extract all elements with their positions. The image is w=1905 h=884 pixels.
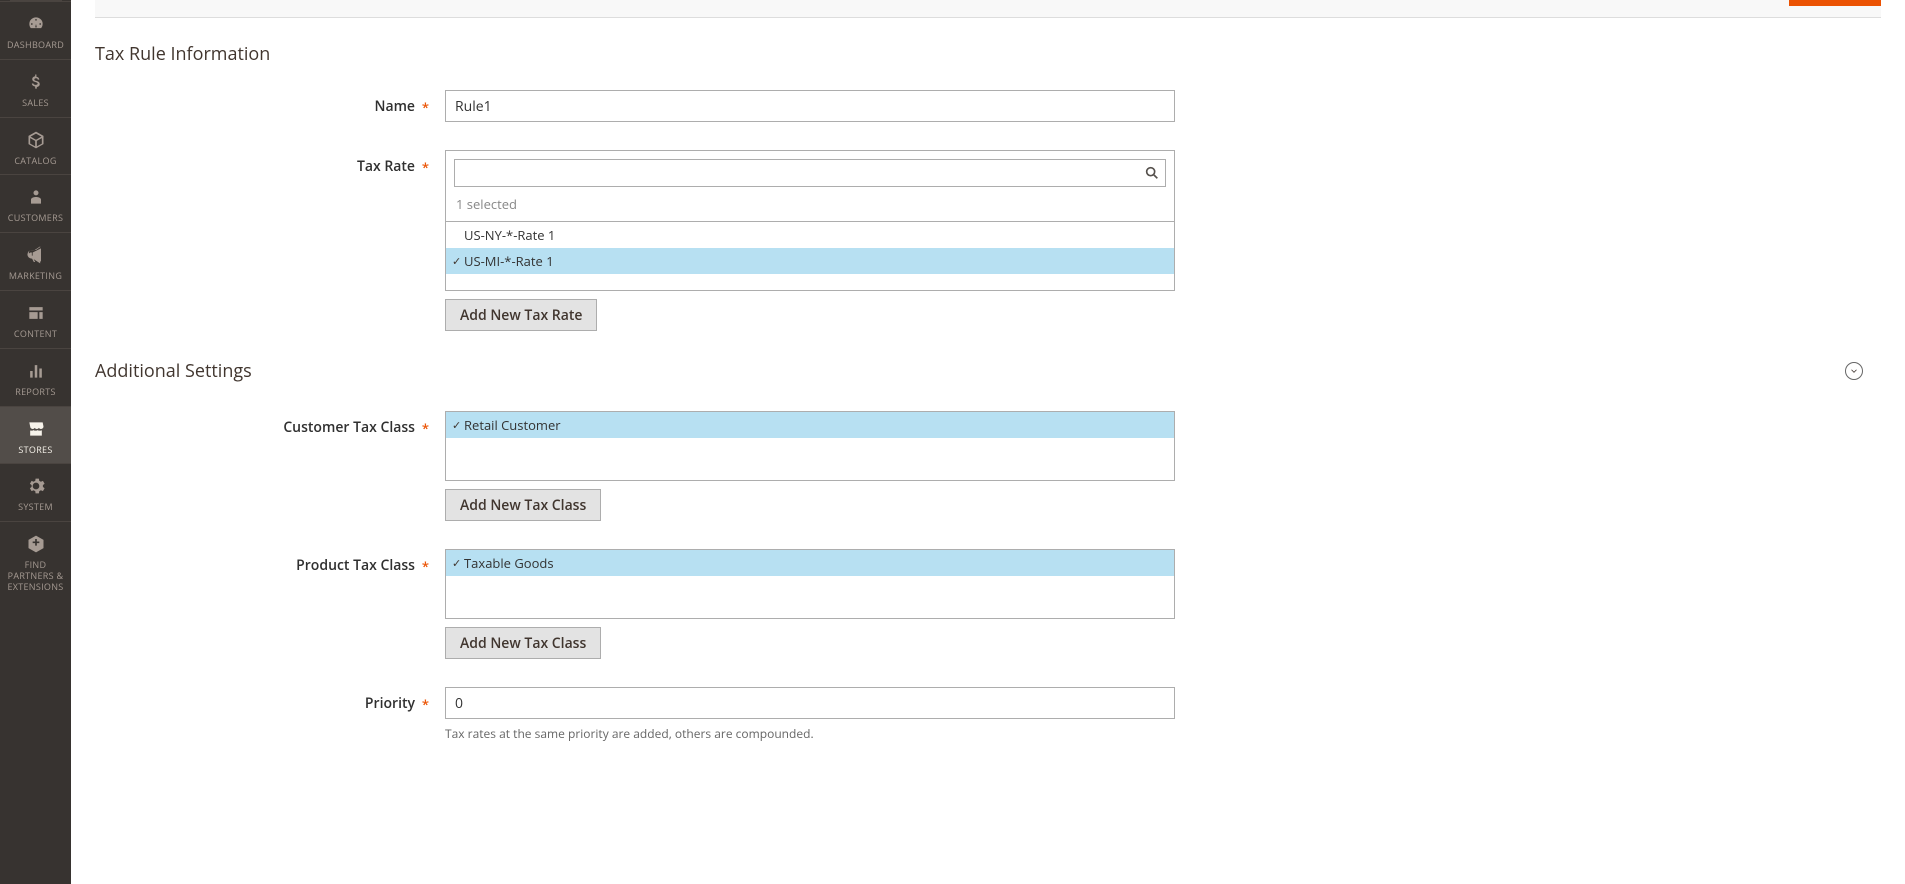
label-tax-rate: Tax Rate*	[95, 150, 445, 176]
search-icon	[1144, 165, 1160, 181]
label-customer-tax-class: Customer Tax Class*	[95, 411, 445, 437]
blocks-icon	[24, 301, 48, 325]
sidebar-item-dashboard[interactable]: DASHBOARD	[0, 1, 71, 59]
storefront-icon	[24, 417, 48, 441]
add-customer-tax-class-button[interactable]: Add New Tax Class	[445, 489, 601, 521]
sidebar-label: CUSTOMERS	[8, 213, 63, 224]
customer-tax-class-listbox: Retail Customer	[445, 411, 1175, 481]
field-row-priority: Priority* Tax rates at the same priority…	[95, 687, 1881, 742]
gear-icon	[24, 474, 48, 498]
priority-help-text: Tax rates at the same priority are added…	[445, 725, 1175, 742]
label-product-tax-class: Product Tax Class*	[95, 549, 445, 575]
tax-rate-option[interactable]: US-MI-*-Rate 1	[446, 248, 1174, 274]
person-icon	[24, 185, 48, 209]
tax-rate-option-list: US-NY-*-Rate 1 US-MI-*-Rate 1	[445, 222, 1175, 291]
admin-sidebar: DASHBOARD SALES CATALOG CUSTOMERS MARKET…	[0, 0, 71, 884]
field-row-product-tax-class: Product Tax Class* Taxable Goods Add New…	[95, 549, 1881, 659]
sidebar-label: REPORTS	[15, 387, 56, 398]
page-header-bar	[95, 0, 1881, 18]
product-tax-class-listbox: Taxable Goods	[445, 549, 1175, 619]
sidebar-item-catalog[interactable]: CATALOG	[0, 117, 71, 175]
tax-rate-search-input[interactable]	[454, 159, 1166, 187]
tax-rate-option[interactable]: US-NY-*-Rate 1	[446, 222, 1174, 248]
save-button[interactable]	[1789, 0, 1881, 6]
customer-tax-class-option[interactable]: Retail Customer	[446, 412, 1174, 438]
main-content: Tax Rule Information Name* Tax Rate*	[71, 0, 1905, 884]
tax-rate-multiselect: 1 selected	[445, 150, 1175, 222]
sidebar-label: MARKETING	[9, 271, 62, 282]
sidebar-label: DASHBOARD	[7, 40, 64, 51]
sidebar-label: STORES	[18, 445, 52, 456]
section-title-tax-rule-info: Tax Rule Information	[95, 42, 1881, 66]
add-product-tax-class-button[interactable]: Add New Tax Class	[445, 627, 601, 659]
chevron-down-icon[interactable]	[1845, 362, 1863, 380]
label-priority: Priority*	[95, 687, 445, 713]
sidebar-item-system[interactable]: SYSTEM	[0, 463, 71, 521]
priority-input[interactable]	[445, 687, 1175, 719]
sidebar-item-marketing[interactable]: MARKETING	[0, 232, 71, 290]
tax-rate-selected-count: 1 selected	[454, 195, 1166, 213]
label-name: Name*	[95, 90, 445, 116]
sidebar-item-reports[interactable]: REPORTS	[0, 348, 71, 406]
sidebar-label: CATALOG	[14, 156, 56, 167]
add-new-tax-rate-button[interactable]: Add New Tax Rate	[445, 299, 597, 331]
field-row-tax-rate: Tax Rate* 1 selected US-NY-*-Rate 1 US-M…	[95, 150, 1881, 331]
sidebar-label: SALES	[22, 98, 49, 109]
sidebar-item-customers[interactable]: CUSTOMERS	[0, 174, 71, 232]
sidebar-item-content[interactable]: CONTENT	[0, 290, 71, 348]
sidebar-item-find-partners[interactable]: FIND PARTNERS & EXTENSIONS	[0, 521, 71, 600]
dollar-icon	[24, 70, 48, 94]
sidebar-item-sales[interactable]: SALES	[0, 59, 71, 117]
sidebar-label: CONTENT	[14, 329, 57, 340]
field-row-name: Name*	[95, 90, 1881, 122]
sidebar-label: FIND PARTNERS & EXTENSIONS	[2, 560, 69, 592]
sidebar-item-stores[interactable]: STORES	[0, 406, 71, 464]
section-title-additional-settings: Additional Settings	[95, 359, 252, 383]
cube-icon	[24, 128, 48, 152]
field-row-customer-tax-class: Customer Tax Class* Retail Customer Add …	[95, 411, 1881, 521]
product-tax-class-option[interactable]: Taxable Goods	[446, 550, 1174, 576]
bars-icon	[24, 359, 48, 383]
gauge-icon	[24, 12, 48, 36]
sidebar-label: SYSTEM	[18, 502, 53, 513]
megaphone-icon	[24, 243, 48, 267]
additional-settings-header[interactable]: Additional Settings	[95, 359, 1881, 383]
name-input[interactable]	[445, 90, 1175, 122]
extension-icon	[24, 532, 48, 556]
